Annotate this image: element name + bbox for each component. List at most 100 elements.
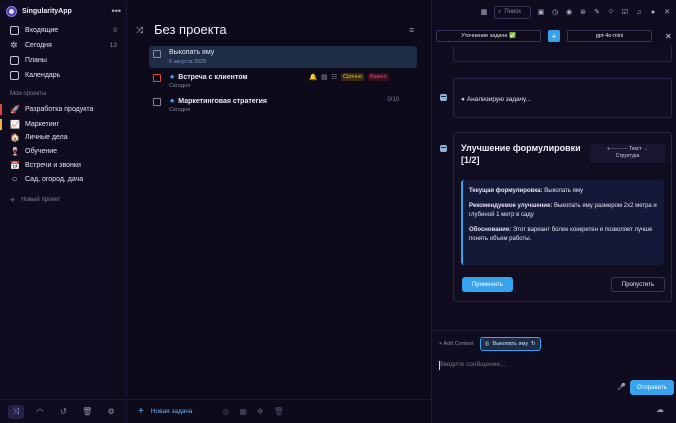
search-input[interactable]: ⌕ Поиск	[494, 5, 531, 19]
settings-icon[interactable]: ⚙	[103, 405, 119, 419]
sidebar-item-label: Сад, огород, дача	[25, 176, 84, 183]
task-title-wrap: ★ Маркетинговая стратегия	[169, 97, 267, 105]
task-title-wrap: ★ Встреча с клиентом	[169, 73, 248, 81]
projects-section-label: Мои проекты	[10, 91, 47, 97]
move-icon[interactable]: ✥	[257, 407, 264, 416]
layers-icon[interactable]: ◎	[222, 407, 229, 416]
sort-icon[interactable]: ≡	[409, 25, 414, 35]
task-checkbox[interactable]	[153, 74, 161, 82]
trash-icon[interactable]: 🗑	[274, 407, 284, 416]
diagram-line-2: Структура	[615, 153, 640, 159]
sidebar-item-today[interactable]: ✲ Сегодня 13	[0, 38, 127, 53]
sidebar-project-product[interactable]: 🚀 Разработка продукта	[0, 102, 127, 117]
task-row[interactable]: Выкопать яму 6 августа 2025	[149, 46, 417, 68]
sidebar: SingularityApp ••• Входящие 0 ✲ Сегодня …	[0, 0, 127, 423]
message-input[interactable]	[439, 361, 619, 368]
refresh-icon[interactable]: ↻	[531, 341, 536, 347]
context-row: + Add Context ◎ Выкопать яму ↻	[432, 330, 676, 356]
send-button[interactable]: Отправить	[630, 380, 674, 395]
task-list-pane: ⤨ Без проекта ≡ Выкопать яму 6 августа 2…	[128, 0, 430, 399]
new-project-button[interactable]: + Новый проект	[10, 195, 60, 205]
analyzing-label: Анализирую задачу...	[466, 96, 532, 103]
task-title: Выкопать яму	[169, 49, 215, 56]
sidebar-item-label: Сегодня	[25, 42, 52, 49]
search-icon: ⌕	[498, 8, 502, 15]
checklist-icon[interactable]: ☑	[621, 8, 629, 16]
plus-icon: +	[138, 406, 144, 417]
timer-icon[interactable]: ◷	[551, 8, 559, 16]
app-name: SingularityApp	[22, 7, 72, 15]
more-dots-icon[interactable]: •••	[112, 6, 121, 16]
sidebar-item-label: Личные дела	[25, 134, 68, 141]
app-header[interactable]: SingularityApp •••	[6, 4, 121, 18]
note-icon: ▤	[321, 74, 328, 81]
task-meta: 🔔 ▤ ☷ Срочно Важно	[309, 73, 389, 81]
calendar-icon[interactable]: ▦	[480, 8, 488, 16]
sidebar-item-label: Встречи и звонки	[25, 162, 81, 169]
close-icon[interactable]: ✕	[663, 8, 671, 16]
notes-icon[interactable]: ✎	[593, 8, 601, 16]
apply-button[interactable]: Применить	[462, 277, 513, 292]
context-chip[interactable]: ◎ Выкопать яму ↻	[479, 336, 541, 351]
add-button[interactable]: +	[548, 30, 560, 42]
top-toolbar: ▦ ⌕ Поиск ▣ ◷ ◉ ⊛ ✎ ⬦ ☑ ♫ ● ✕	[432, 0, 676, 24]
shuffle-icon[interactable]: ⤨	[136, 25, 143, 36]
signal-icon[interactable]: ◠	[32, 405, 48, 419]
sidebar-item-label: Маркетинг	[25, 121, 60, 128]
target-icon: ◎	[484, 340, 490, 347]
previous-message-card	[453, 46, 672, 62]
sidebar-item-inbox[interactable]: Входящие 0	[0, 23, 127, 38]
rocket-icon: 🚀	[10, 105, 20, 114]
diagram-label-1: Текст →	[629, 146, 649, 152]
task-checkbox[interactable]	[153, 98, 161, 106]
sidebar-item-count: 0	[113, 27, 117, 34]
task-checkbox[interactable]	[153, 50, 161, 58]
diagram-line-1: ●───── Текст →	[606, 146, 649, 152]
subtask-count: 0/10	[387, 97, 399, 103]
close-icon[interactable]: ✕	[665, 32, 672, 41]
add-context-button[interactable]: + Add Context	[439, 341, 474, 347]
new-project-label: Новый проект	[21, 197, 61, 203]
cloud-sync-icon[interactable]: ☁	[656, 405, 664, 414]
reason-text: Обоснование: Этот вариант более конкрете…	[469, 226, 658, 244]
bell-icon[interactable]: ♫	[635, 9, 643, 16]
profile-icon[interactable]: ●	[649, 9, 657, 16]
page-title: Без проекта	[154, 22, 227, 37]
focus-icon[interactable]: ◉	[565, 8, 573, 16]
improvement-title: Улучшение формулировки [1/2]	[461, 143, 581, 165]
shuffle-icon[interactable]: ⤨	[7, 404, 24, 419]
bot-icon	[440, 145, 447, 152]
star-icon: ★	[169, 74, 176, 81]
history-icon[interactable]: ↺	[55, 405, 71, 419]
sidebar-footer: ⤨ ◠ ↺ 🗑 ⚙	[0, 399, 127, 423]
diagram-thumbnail: ●───── Текст → Структура	[590, 144, 665, 163]
microphone-icon[interactable]: 🎤	[617, 383, 626, 391]
model-select[interactable]: gpt-4o-mini	[567, 30, 652, 42]
circle-icon: ○	[11, 174, 18, 185]
improvement-details: Текущая формулировка: Выкопать яму Реком…	[461, 180, 664, 265]
sidebar-item-calendar[interactable]: Календарь	[0, 68, 127, 83]
sidebar-project-learning[interactable]: 🍷 Обучение	[0, 144, 127, 159]
new-task-button[interactable]: + Новая задача	[138, 406, 192, 417]
sidebar-item-label: Входящие	[25, 27, 59, 34]
task-title: Встреча с клиентом	[178, 74, 248, 81]
chart-icon: 📈	[10, 120, 20, 129]
sidebar-project-garden[interactable]: ○ Сад, огород, дача	[0, 172, 127, 187]
skip-button[interactable]: Пропустить	[611, 277, 665, 292]
sidebar-project-meetings[interactable]: 📅 Встречи и звонки	[0, 158, 127, 173]
task-row[interactable]: ★ Маркетинговая стратегия Сегодня 0/10	[149, 94, 417, 116]
plus-icon: +	[10, 195, 16, 205]
tag-icon[interactable]: ⬦	[607, 8, 615, 16]
bot-icon	[440, 94, 447, 101]
habits-icon[interactable]: ⊛	[579, 8, 587, 16]
glass-icon: 🍷	[10, 147, 20, 156]
trash-icon[interactable]: 🗑	[79, 405, 95, 419]
task-list-footer: + Новая задача ◎ ▦ ✥ 🗑	[128, 399, 430, 423]
sidebar-item-plans[interactable]: Планы	[0, 53, 127, 68]
calendar-day-icon[interactable]: ▣	[537, 8, 545, 16]
calendar-icon[interactable]: ▦	[239, 407, 247, 416]
sidebar-project-personal[interactable]: 🏠 Личные дела	[0, 130, 127, 145]
task-row[interactable]: ★ Встреча с клиентом Сегодня 🔔 ▤ ☷ Срочно…	[149, 70, 417, 92]
current-text: Текущая формулировка: Выкопать яму	[469, 187, 658, 196]
mode-select[interactable]: Уточнение задачи ✅	[436, 30, 541, 42]
